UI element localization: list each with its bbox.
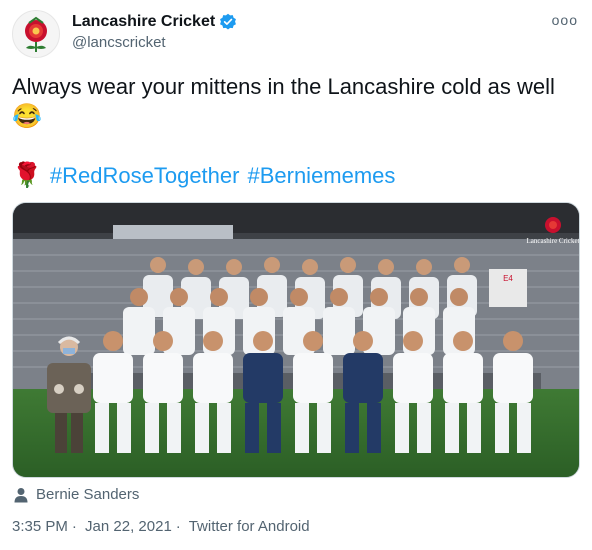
author-display-name[interactable]: Lancashire Cricket xyxy=(72,12,215,32)
scoreboard-text: E4 xyxy=(503,274,513,283)
rose-crest-icon xyxy=(545,217,561,233)
tweet-time[interactable]: 3:35 PM xyxy=(12,518,68,535)
hashtag-line: 🌹 #RedRoseTogether #Berniememes xyxy=(12,161,395,191)
tweet-text: Always wear your mittens in the Lancashi… xyxy=(12,72,580,132)
separator: · xyxy=(71,518,77,535)
avatar[interactable] xyxy=(12,10,60,58)
hashtag-link[interactable]: #Berniememes xyxy=(247,161,395,191)
rose-emoji: 🌹 xyxy=(12,162,42,189)
person-tag-icon xyxy=(14,487,28,502)
tweet-photo[interactable]: E4 Lancashire Cricket xyxy=(12,202,580,478)
separator: · xyxy=(175,518,181,535)
rose-crest-icon xyxy=(25,16,47,52)
tweet-body-text: Always wear your mittens in the Lancashi… xyxy=(12,74,555,99)
author-handle[interactable]: @lancscricket xyxy=(72,33,237,53)
tweet-header: Lancashire Cricket @lancscricket ooo xyxy=(12,10,580,58)
author-names: Lancashire Cricket @lancscricket xyxy=(72,12,237,53)
author-display-name-row[interactable]: Lancashire Cricket xyxy=(72,12,237,32)
hashtag-link[interactable]: #RedRoseTogether xyxy=(50,161,240,191)
tagged-person-name[interactable]: Bernie Sanders xyxy=(36,486,139,503)
tagged-people[interactable]: Bernie Sanders xyxy=(14,486,139,503)
tweet-date[interactable]: Jan 22, 2021 xyxy=(85,518,172,535)
verified-badge-icon xyxy=(220,13,237,30)
laughing-emoji: 😂 xyxy=(12,103,42,130)
photo-logo-text: Lancashire Cricket xyxy=(526,237,579,245)
team-photo-image: E4 Lancashire Cricket xyxy=(13,203,579,477)
tweet-metadata: 3:35 PM · Jan 22, 2021 · Twitter for Andro… xyxy=(12,518,314,535)
more-options-icon[interactable]: ooo xyxy=(552,12,578,28)
tweet-source[interactable]: Twitter for Android xyxy=(189,518,310,535)
